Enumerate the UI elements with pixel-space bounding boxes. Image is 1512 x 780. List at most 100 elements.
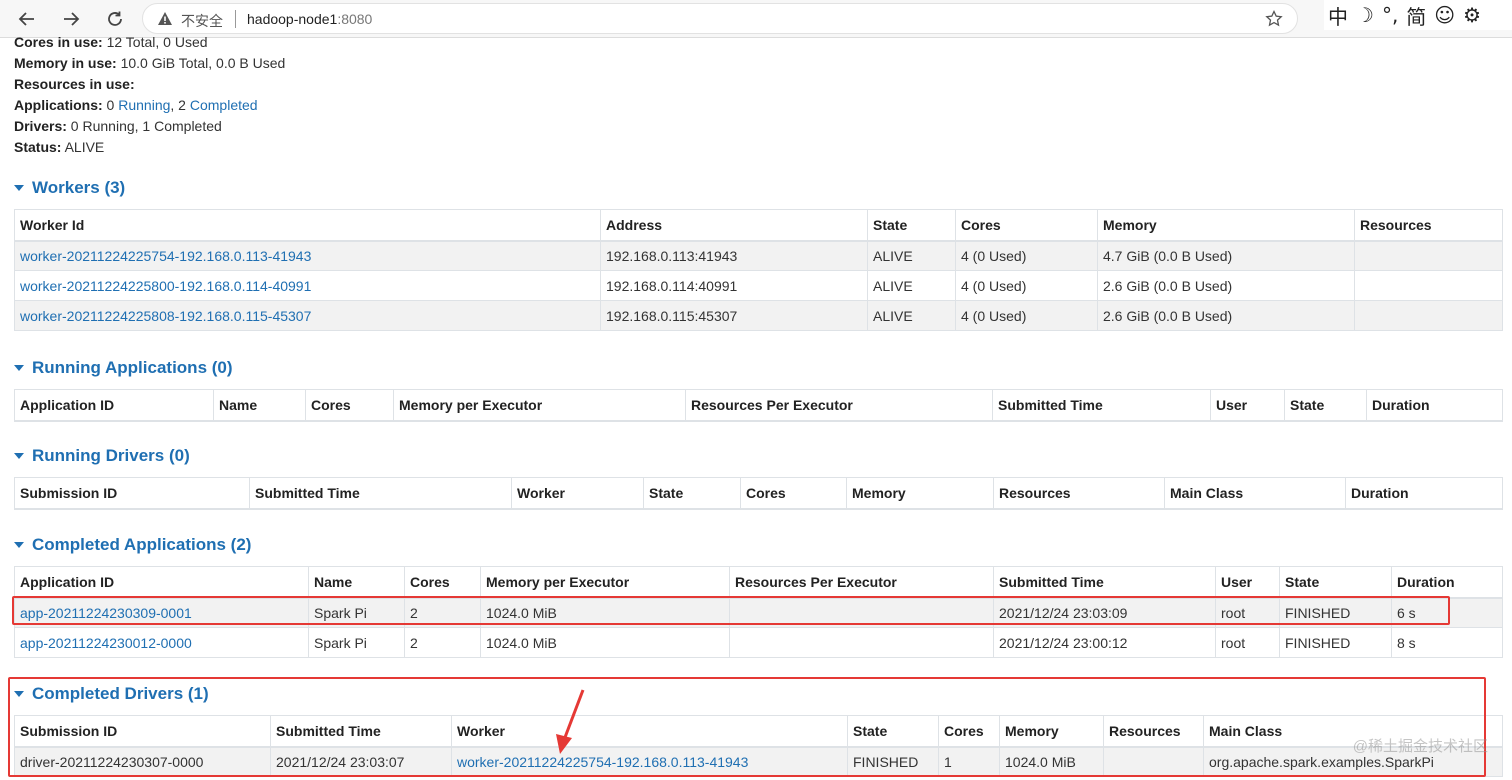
table-cell: FINISHED xyxy=(1279,597,1392,628)
table-row: worker-20211224225800-192.168.0.114-4099… xyxy=(14,270,1503,301)
worker-link[interactable]: worker-20211224225754-192.168.0.113-4194… xyxy=(20,248,311,264)
running-drivers-table: Submission ID Submitted Time Worker Stat… xyxy=(14,477,1503,510)
workers-section-toggle[interactable]: Workers (3) xyxy=(14,178,125,198)
table-header-row: Application ID Name Cores Memory per Exe… xyxy=(14,389,1503,422)
summary-memory: Memory in use: 10.0 GiB Total, 0.0 B Use… xyxy=(14,53,285,74)
table-cell xyxy=(1354,270,1503,301)
column-header[interactable]: Address xyxy=(600,209,868,242)
table-cell: 1 xyxy=(938,746,1000,777)
column-header[interactable]: Name xyxy=(308,566,405,599)
column-header[interactable]: Name xyxy=(213,389,306,422)
worker-cell[interactable]: worker-20211224225754-192.168.0.113-4194… xyxy=(451,746,848,777)
column-header[interactable]: State xyxy=(1284,389,1367,422)
app-id-cell[interactable]: app-20211224230309-0001 xyxy=(14,597,309,628)
column-header[interactable]: Duration xyxy=(1391,566,1503,599)
worker-link[interactable]: worker-20211224225754-192.168.0.113-4194… xyxy=(457,754,748,770)
completed-drivers-section-toggle[interactable]: Completed Drivers (1) xyxy=(14,684,209,704)
column-header[interactable]: Duration xyxy=(1366,389,1503,422)
column-header[interactable]: Memory per Executor xyxy=(393,389,686,422)
column-header[interactable]: User xyxy=(1210,389,1285,422)
summary-apps-running-count: 0 xyxy=(102,97,119,113)
worker-id-cell[interactable]: worker-20211224225754-192.168.0.113-4194… xyxy=(14,240,601,271)
column-header[interactable]: Cores xyxy=(404,566,481,599)
column-header[interactable]: Main Class xyxy=(1164,477,1346,510)
table-row: worker-20211224225754-192.168.0.113-4194… xyxy=(14,240,1503,271)
summary-status: Status: ALIVE xyxy=(14,137,285,158)
running-drivers-section-toggle[interactable]: Running Drivers (0) xyxy=(14,446,190,466)
column-header[interactable]: User xyxy=(1215,566,1280,599)
ime-punct-icon[interactable]: °, xyxy=(1382,3,1398,27)
summary-drivers-value: 0 Running, 1 Completed xyxy=(66,118,222,134)
column-header[interactable]: Submitted Time xyxy=(993,566,1216,599)
favorite-star-icon[interactable] xyxy=(1265,10,1283,28)
column-header[interactable]: Application ID xyxy=(14,566,309,599)
table-cell: 2.6 GiB (0.0 B Used) xyxy=(1097,300,1355,331)
completed-apps-section-toggle[interactable]: Completed Applications (2) xyxy=(14,535,251,555)
column-header[interactable]: Cores xyxy=(740,477,847,510)
forward-arrow-icon[interactable] xyxy=(58,6,84,32)
column-header[interactable]: State xyxy=(1279,566,1392,599)
column-header[interactable]: Resources Per Executor xyxy=(729,566,994,599)
app-link[interactable]: app-20211224230012-0000 xyxy=(20,635,192,651)
table-cell: 2021/12/24 23:00:12 xyxy=(993,627,1216,658)
warning-icon xyxy=(158,12,172,25)
reload-icon[interactable] xyxy=(102,6,128,32)
column-header[interactable]: Submission ID xyxy=(14,477,250,510)
column-header[interactable]: Memory xyxy=(999,715,1104,748)
table-cell: 4 (0 Used) xyxy=(955,300,1098,331)
table-cell: 4 (0 Used) xyxy=(955,270,1098,301)
column-header[interactable]: Memory xyxy=(846,477,994,510)
app-id-cell[interactable]: app-20211224230012-0000 xyxy=(14,627,309,658)
column-header[interactable]: Memory per Executor xyxy=(480,566,730,599)
column-header[interactable]: Cores xyxy=(955,209,1098,242)
table-cell: 2 xyxy=(404,597,481,628)
table-header-row: Worker Id Address State Cores Memory Res… xyxy=(14,209,1503,242)
ime-settings-icon[interactable]: ⚙ xyxy=(1463,3,1481,27)
ime-mode-chinese[interactable]: 中 xyxy=(1328,1,1348,30)
workers-title: Workers (3) xyxy=(32,178,126,197)
column-header[interactable]: Worker Id xyxy=(14,209,601,242)
column-header[interactable]: Resources Per Executor xyxy=(685,389,993,422)
worker-id-cell[interactable]: worker-20211224225800-192.168.0.114-4099… xyxy=(14,270,601,301)
table-cell: 4.7 GiB (0.0 B Used) xyxy=(1097,240,1355,271)
table-cell: 2021/12/24 23:03:09 xyxy=(993,597,1216,628)
column-header[interactable]: State xyxy=(847,715,939,748)
column-header[interactable]: Submitted Time xyxy=(992,389,1211,422)
column-header[interactable]: Cores xyxy=(938,715,1000,748)
column-header[interactable]: Worker xyxy=(451,715,848,748)
back-arrow-icon[interactable] xyxy=(14,6,40,32)
column-header[interactable]: State xyxy=(867,209,956,242)
worker-id-cell[interactable]: worker-20211224225808-192.168.0.115-4530… xyxy=(14,300,601,331)
worker-link[interactable]: worker-20211224225800-192.168.0.114-4099… xyxy=(20,278,311,294)
column-header[interactable]: State xyxy=(643,477,741,510)
column-header[interactable]: Application ID xyxy=(14,389,214,422)
column-header[interactable]: Cores xyxy=(305,389,394,422)
table-cell: ALIVE xyxy=(867,270,956,301)
apps-running-link[interactable]: Running xyxy=(118,97,170,113)
address-bar[interactable]: 不安全 hadoop-node1:8080 xyxy=(142,3,1298,34)
column-header[interactable]: Resources xyxy=(1103,715,1204,748)
apps-completed-link[interactable]: Completed xyxy=(190,97,258,113)
column-header[interactable]: Worker xyxy=(511,477,644,510)
worker-link[interactable]: worker-20211224225808-192.168.0.115-4530… xyxy=(20,308,311,324)
ime-simplified[interactable]: 简 xyxy=(1406,1,1426,30)
column-header[interactable]: Resources xyxy=(1354,209,1503,242)
table-cell: 6 s xyxy=(1391,597,1503,628)
summary-resources: Resources in use: xyxy=(14,74,285,95)
column-header[interactable]: Memory xyxy=(1097,209,1355,242)
column-header[interactable]: Duration xyxy=(1345,477,1503,510)
summary-drivers-label: Drivers: xyxy=(14,118,67,134)
app-link[interactable]: app-20211224230309-0001 xyxy=(20,605,192,621)
url-text[interactable]: hadoop-node1:8080 xyxy=(247,11,372,27)
column-header[interactable]: Submission ID xyxy=(14,715,271,748)
column-header[interactable]: Submitted Time xyxy=(249,477,512,510)
running-apps-section-toggle[interactable]: Running Applications (0) xyxy=(14,358,233,378)
column-header[interactable]: Submitted Time xyxy=(270,715,452,748)
column-header[interactable]: Resources xyxy=(993,477,1165,510)
cluster-summary: Cores in use: 12 Total, 0 Used Memory in… xyxy=(14,32,285,158)
table-cell: 2021/12/24 23:03:07 xyxy=(270,746,452,777)
ime-emoji-icon[interactable]: ☺ xyxy=(1434,3,1455,27)
ime-moon-icon[interactable]: ☽ xyxy=(1356,3,1374,27)
table-row: app-20211224230012-0000 Spark Pi 2 1024.… xyxy=(14,627,1503,658)
summary-apps-label: Applications: xyxy=(14,97,103,113)
